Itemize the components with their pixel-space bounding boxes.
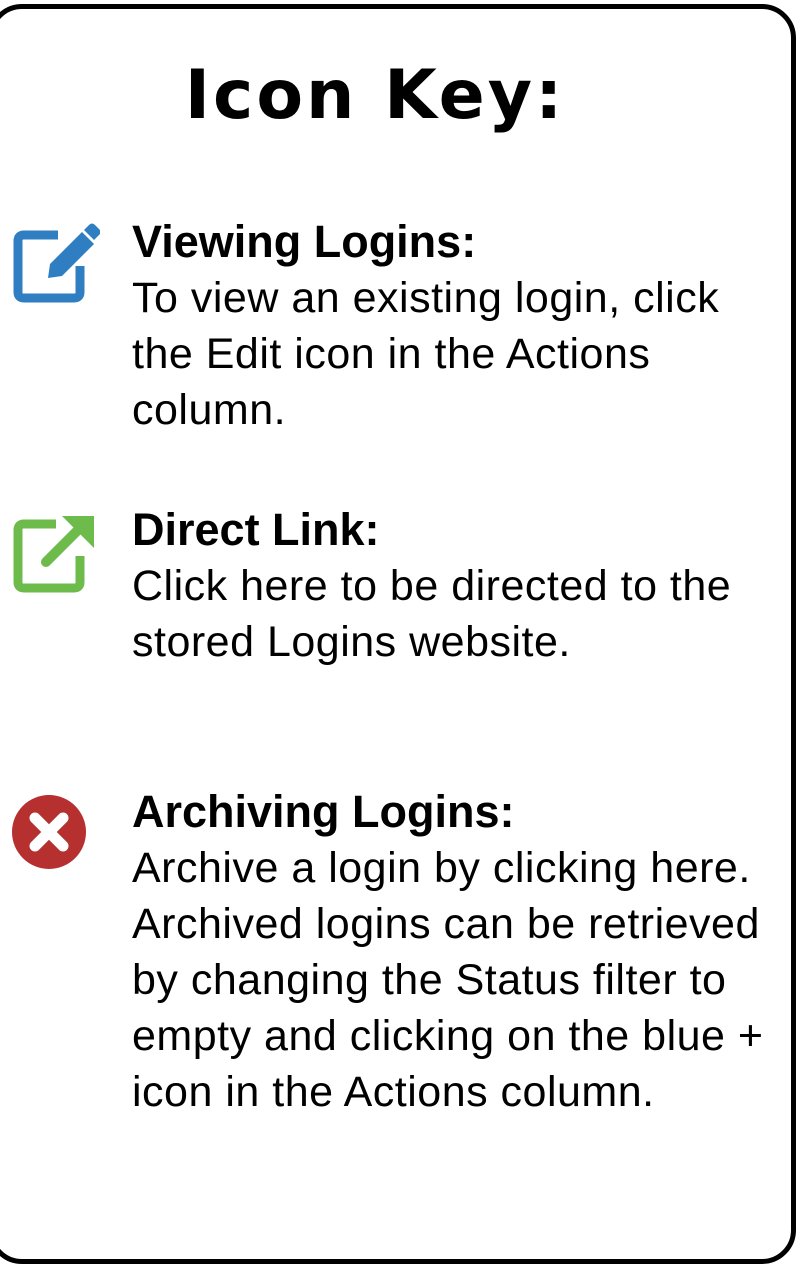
external-link-icon <box>12 512 100 599</box>
close-circle-icon <box>12 792 92 877</box>
entry-heading: Viewing Logins: <box>132 216 477 267</box>
page-title: Icon Key: <box>184 56 566 135</box>
entry-heading: Archiving Logins: <box>132 786 515 837</box>
edit-icon <box>12 222 101 309</box>
entry-description: Click here to be directed to the stored … <box>132 562 732 666</box>
entry-description: Archive a login by clicking here. Archiv… <box>132 844 764 1116</box>
entry-heading: Direct Link: <box>132 504 380 555</box>
entry-description: To view an existing login, click the Edi… <box>132 274 720 434</box>
